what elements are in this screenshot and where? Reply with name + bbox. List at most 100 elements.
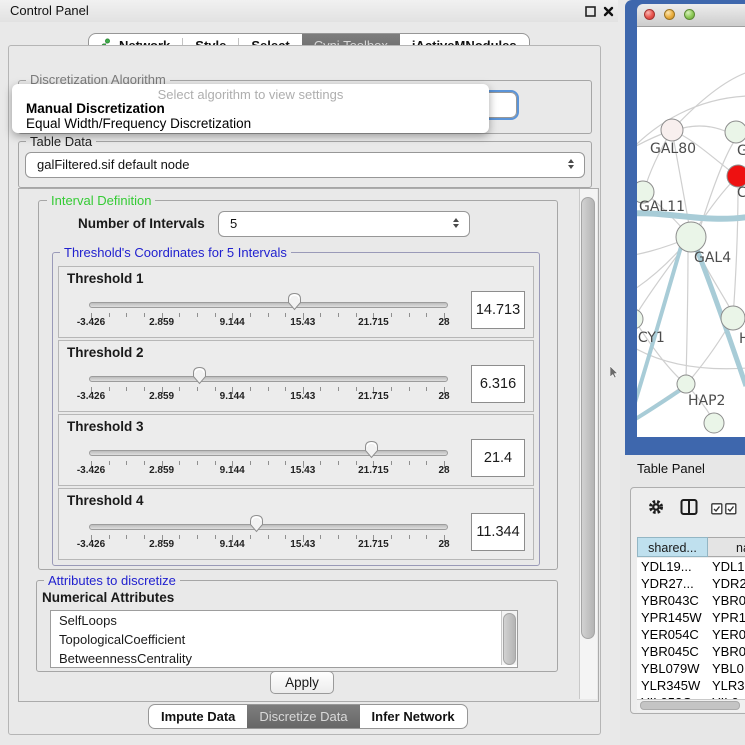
dropdown-prompt: Select algorithm to view settings [12,87,489,102]
list-item-betweennesscentrality[interactable]: BetweennessCentrality [51,649,517,668]
table-row[interactable]: YPR145WYPR1 [637,609,745,626]
bottom-tab-bar: Impute DataDiscretize DataInfer Network [148,704,468,729]
tick-label: -3.426 [77,465,105,476]
tick-mark [126,387,127,391]
tick-mark [144,461,145,465]
column-header-shared[interactable]: shared... [637,537,708,557]
vertical-scrollbar-thumb[interactable] [581,197,595,639]
tick-mark [391,535,392,539]
threshold-value-field[interactable]: 14.713 [471,291,525,329]
numerical-attributes-label: Numerical Attributes [42,590,174,605]
attributes-fieldset-label: Attributes to discretize [44,573,180,588]
tick-label: -3.426 [77,539,105,550]
number-of-intervals-combobox[interactable]: 5 [218,211,470,237]
panel-title: Control Panel [10,3,89,18]
cell-name: YBL0 [712,660,744,677]
close-traffic-light-icon[interactable] [644,9,655,20]
horizontal-scrollbar-thumb[interactable] [640,701,740,710]
tick-mark [391,313,392,317]
tick-label: 28 [438,317,449,328]
table-data-combobox[interactable]: galFiltered.sif default node [25,152,585,178]
tick-mark [144,313,145,317]
cell-shared-name: YER054C [641,626,699,643]
tick-label: 15.43 [290,317,315,328]
tick-label: 28 [438,391,449,402]
tick-mark [409,313,410,317]
slider-thumb[interactable] [192,366,207,385]
minimize-traffic-light-icon[interactable] [664,9,675,20]
tab-discretize-data[interactable]: Discretize Data [247,705,359,728]
tick-mark [409,461,410,465]
tab-infer-network[interactable]: Infer Network [360,705,467,728]
tick-mark [109,313,110,317]
dropdown-option-manual-discretization[interactable]: Manual Discretization [26,101,165,116]
table-row[interactable]: YER054CYER0 [637,626,745,643]
threshold-label: Threshold 3 [67,419,144,434]
tick-label: 21.715 [358,391,389,402]
tick-label: 28 [438,539,449,550]
tick-mark [126,535,127,539]
tick-mark [285,387,286,391]
tick-mark [197,461,198,465]
gear-icon[interactable] [646,497,666,517]
tick-label: 2.859 [149,317,174,328]
threshold-value-field[interactable]: 21.4 [471,439,525,477]
slider-thumb[interactable] [249,514,264,533]
list-scrollbar-thumb[interactable] [503,613,516,665]
tick-mark [268,535,269,539]
checkbox-icon[interactable] [725,503,737,515]
tick-mark [126,313,127,317]
tick-mark [144,387,145,391]
slider-thumb[interactable] [364,440,379,459]
table-row[interactable]: YLR345WYLR3 [637,677,745,694]
tab-impute-data[interactable]: Impute Data [149,705,247,728]
tick-mark [285,461,286,465]
list-item-topologicalcoefficient[interactable]: TopologicalCoefficient [51,630,517,649]
split-view-icon[interactable] [680,498,699,517]
table-row[interactable]: YBR045CYBR0 [637,643,745,660]
tick-label: 2.859 [149,539,174,550]
tick-mark [109,461,110,465]
tick-mark [338,387,339,391]
tick-mark [197,535,198,539]
dropdown-option-equal-width-frequency[interactable]: Equal Width/Frequency Discretization [26,116,251,131]
tick-mark [320,387,321,391]
tick-mark [391,387,392,391]
column-header-name[interactable]: na [708,537,745,557]
slider-track[interactable] [89,302,448,308]
thresholds-fieldset-label: Threshold's Coordinates for 5 Intervals [60,245,291,260]
slider-track[interactable] [89,450,448,456]
tick-mark [356,535,357,539]
slider-track[interactable] [89,376,448,382]
float-window-icon[interactable] [584,5,597,18]
slider-track[interactable] [89,524,448,530]
threshold-value-field[interactable]: 11.344 [471,513,525,551]
slider-thumb[interactable] [287,292,302,311]
tick-mark [268,461,269,465]
tick-mark [126,461,127,465]
table-row[interactable]: YDL19...YDL1 [637,558,745,575]
table-row[interactable]: YDR27...YDR2 [637,575,745,592]
zoom-traffic-light-icon[interactable] [684,9,695,20]
list-item-selfloops[interactable]: SelfLoops [51,611,517,630]
tick-mark [250,313,251,317]
cell-shared-name: YBR043C [641,592,699,609]
tick-mark [409,535,410,539]
checkbox-icon[interactable] [711,503,723,515]
tick-mark [215,313,216,317]
tick-mark [320,313,321,317]
numerical-attributes-list: SelfLoopsTopologicalCoefficientBetweenne… [50,610,518,668]
threshold-group-2: Threshold 2-3.4262.8599.14415.4321.71528… [58,340,534,412]
cell-name: YBR0 [712,592,745,609]
threshold-group-4: Threshold 4-3.4262.8599.14415.4321.71528… [58,488,534,560]
threshold-value-field[interactable]: 6.316 [471,365,525,403]
tick-mark [268,387,269,391]
close-icon[interactable] [602,5,615,18]
application-window: Control Panel NetworkStyleSelectCyni Too… [0,0,745,745]
table-row[interactable]: YBL079WYBL0 [637,660,745,677]
apply-button[interactable]: Apply [270,671,334,694]
network-canvas[interactable] [637,27,745,437]
network-window-titlebar[interactable] [637,4,745,27]
table-row[interactable]: YBR043C YBR0 [637,592,745,609]
table-data-fieldset-label: Table Data [26,134,96,149]
